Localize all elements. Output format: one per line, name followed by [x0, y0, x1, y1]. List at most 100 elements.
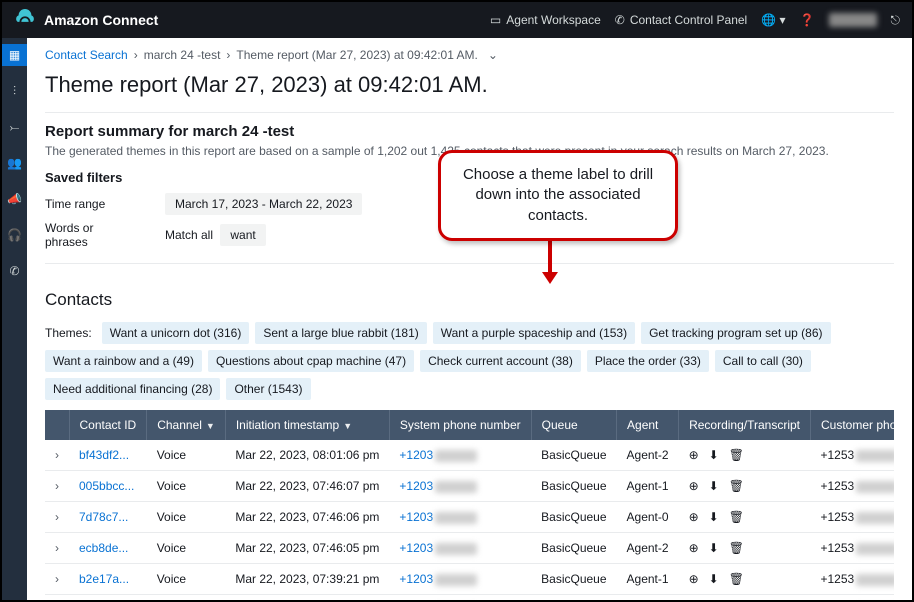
expand-row-button[interactable]: › [45, 595, 69, 601]
cell-timestamp: Mar 22, 2023, 07:39:21 pm [225, 564, 389, 595]
logo-icon [14, 9, 36, 31]
expand-row-button[interactable]: › [45, 471, 69, 502]
delete-icon[interactable]: 🗑 [729, 541, 744, 555]
brand-title: Amazon Connect [44, 12, 158, 28]
col-init-ts[interactable]: Initiation timestamp▼ [225, 410, 389, 440]
cell-queue: BasicQueue [531, 502, 616, 533]
delete-icon[interactable]: 🗑 [729, 479, 744, 493]
sidebar-item-announce[interactable]: 📣 [2, 188, 27, 210]
agent-workspace-button[interactable]: ▭ Agent Workspace [490, 13, 601, 27]
help-button[interactable]: ❓ [800, 13, 815, 27]
delete-icon[interactable]: 🗑 [729, 572, 744, 586]
language-button[interactable]: 🌐 ▾ [761, 13, 785, 27]
sidebar-item-users[interactable]: 👥 [2, 152, 27, 174]
breadcrumb: Contact Search › march 24 -test › Theme … [45, 48, 894, 62]
cell-queue: BasicQueue [531, 564, 616, 595]
word-chip: want [220, 224, 265, 246]
logout-button[interactable]: ⎋ [891, 13, 901, 28]
contact-id-link[interactable]: 005bbcc... [79, 479, 134, 493]
breadcrumb-contact-search[interactable]: Contact Search [45, 48, 128, 62]
play-icon[interactable]: ⊕ [689, 572, 699, 586]
cell-queue: BasicQueue [531, 595, 616, 601]
download-icon[interactable]: ⬇ [709, 541, 719, 555]
cell-sys-phone: +1203 [389, 502, 531, 533]
obscured-username [829, 13, 877, 27]
theme-chip[interactable]: Need additional financing (28) [45, 378, 220, 400]
expand-row-button[interactable]: › [45, 440, 69, 471]
play-icon[interactable]: ⊕ [689, 479, 699, 493]
theme-chip[interactable]: Want a rainbow and a (49) [45, 350, 202, 372]
chevron-down-icon[interactable]: ⌄ [488, 48, 498, 62]
cell-channel: Voice [147, 440, 226, 471]
download-icon[interactable]: ⬇ [709, 479, 719, 493]
breadcrumb-run[interactable]: march 24 -test [144, 48, 221, 62]
theme-chip[interactable]: Check current account (38) [420, 350, 581, 372]
sidebar-item-routing[interactable]: ⤚ [2, 116, 27, 138]
sidebar-item-metrics[interactable]: ⫶ [2, 80, 27, 102]
col-contact-id[interactable]: Contact ID [69, 410, 147, 440]
annotation-arrow [542, 240, 558, 284]
theme-chip[interactable]: Want a purple spaceship and (153) [433, 322, 635, 344]
cell-timestamp: Mar 22, 2023, 08:01:06 pm [225, 440, 389, 471]
sidebar-item-dashboard[interactable]: ▦ [2, 44, 27, 66]
download-icon[interactable]: ⬇ [709, 448, 719, 462]
cell-agent: Agent-1 [617, 471, 679, 502]
time-range-value: March 17, 2023 - March 22, 2023 [165, 193, 362, 215]
ccp-button[interactable]: ✆ Contact Control Panel [615, 13, 747, 27]
words-label: Words or phrases [45, 221, 135, 249]
cell-channel: Voice [147, 471, 226, 502]
col-queue[interactable]: Queue [531, 410, 616, 440]
col-cust-phone[interactable]: Customer phone number [811, 410, 895, 440]
delete-icon[interactable]: 🗑 [729, 510, 744, 524]
cell-agent: Agent-2 [617, 533, 679, 564]
expand-row-button[interactable]: › [45, 533, 69, 564]
col-channel[interactable]: Channel▼ [147, 410, 226, 440]
cell-sys-phone: +1203 [389, 471, 531, 502]
cell-sys-phone: +1203 [389, 564, 531, 595]
left-sidebar: ▦ ⫶ ⤚ 👥 📣 🎧 ✆ [2, 38, 27, 600]
cell-cust-phone: +1253 [811, 471, 895, 502]
cell-queue: BasicQueue [531, 471, 616, 502]
sidebar-item-headset[interactable]: 🎧 [2, 224, 27, 246]
delete-icon[interactable]: 🗑 [729, 448, 744, 462]
theme-chip[interactable]: Other (1543) [226, 378, 310, 400]
cell-recording: ⊕⬇🗑 [679, 595, 811, 601]
download-icon[interactable]: ⬇ [709, 510, 719, 524]
play-icon[interactable]: ⊕ [689, 541, 699, 555]
cell-timestamp: Mar 22, 2023, 07:31:07 pm [225, 595, 389, 601]
download-icon[interactable]: ⬇ [709, 572, 719, 586]
table-row: ›7d78c7...VoiceMar 22, 2023, 07:46:06 pm… [45, 502, 894, 533]
theme-chip[interactable]: Sent a large blue rabbit (181) [255, 322, 426, 344]
contact-id-link[interactable]: bf43df2... [79, 448, 129, 462]
phone-icon: ✆ [615, 13, 625, 27]
play-icon[interactable]: ⊕ [689, 510, 699, 524]
col-expand [45, 410, 69, 440]
main-content: Contact Search › march 24 -test › Theme … [27, 38, 912, 600]
theme-chip[interactable]: Get tracking program set up (86) [641, 322, 830, 344]
table-row: ›b2e17a...VoiceMar 22, 2023, 07:39:21 pm… [45, 564, 894, 595]
cell-recording: ⊕ ⬇ 🗑 [679, 502, 811, 533]
expand-row-button[interactable]: › [45, 564, 69, 595]
sidebar-item-phone[interactable]: ✆ [2, 260, 27, 282]
cell-agent: Agent-1 [617, 564, 679, 595]
contact-id-link[interactable]: ecb8de... [79, 541, 128, 555]
theme-chip[interactable]: Call to call (30) [715, 350, 811, 372]
contact-id-link[interactable]: b2e17a... [79, 572, 129, 586]
cell-cust-phone: +1253 [811, 533, 895, 564]
col-sys-phone[interactable]: System phone number [389, 410, 531, 440]
table-row: ›005bbcc...VoiceMar 22, 2023, 07:46:07 p… [45, 471, 894, 502]
col-agent[interactable]: Agent [617, 410, 679, 440]
play-icon[interactable]: ⊕ [689, 448, 699, 462]
col-recording[interactable]: Recording/Transcript [679, 410, 811, 440]
cell-sys-phone: +1203 [389, 595, 531, 601]
theme-chip[interactable]: Questions about cpap machine (47) [208, 350, 414, 372]
cell-timestamp: Mar 22, 2023, 07:46:05 pm [225, 533, 389, 564]
theme-chip[interactable]: Place the order (33) [587, 350, 709, 372]
chevron-right-icon: › [134, 48, 138, 62]
contact-id-link[interactable]: 7d78c7... [79, 510, 128, 524]
expand-row-button[interactable]: › [45, 502, 69, 533]
summary-heading: Report summary for march 24 -test [45, 123, 894, 140]
contacts-heading: Contacts [45, 290, 894, 310]
theme-chip[interactable]: Want a unicorn dot (316) [102, 322, 250, 344]
contacts-table-wrap[interactable]: Contact ID Channel▼ Initiation timestamp… [45, 410, 894, 600]
